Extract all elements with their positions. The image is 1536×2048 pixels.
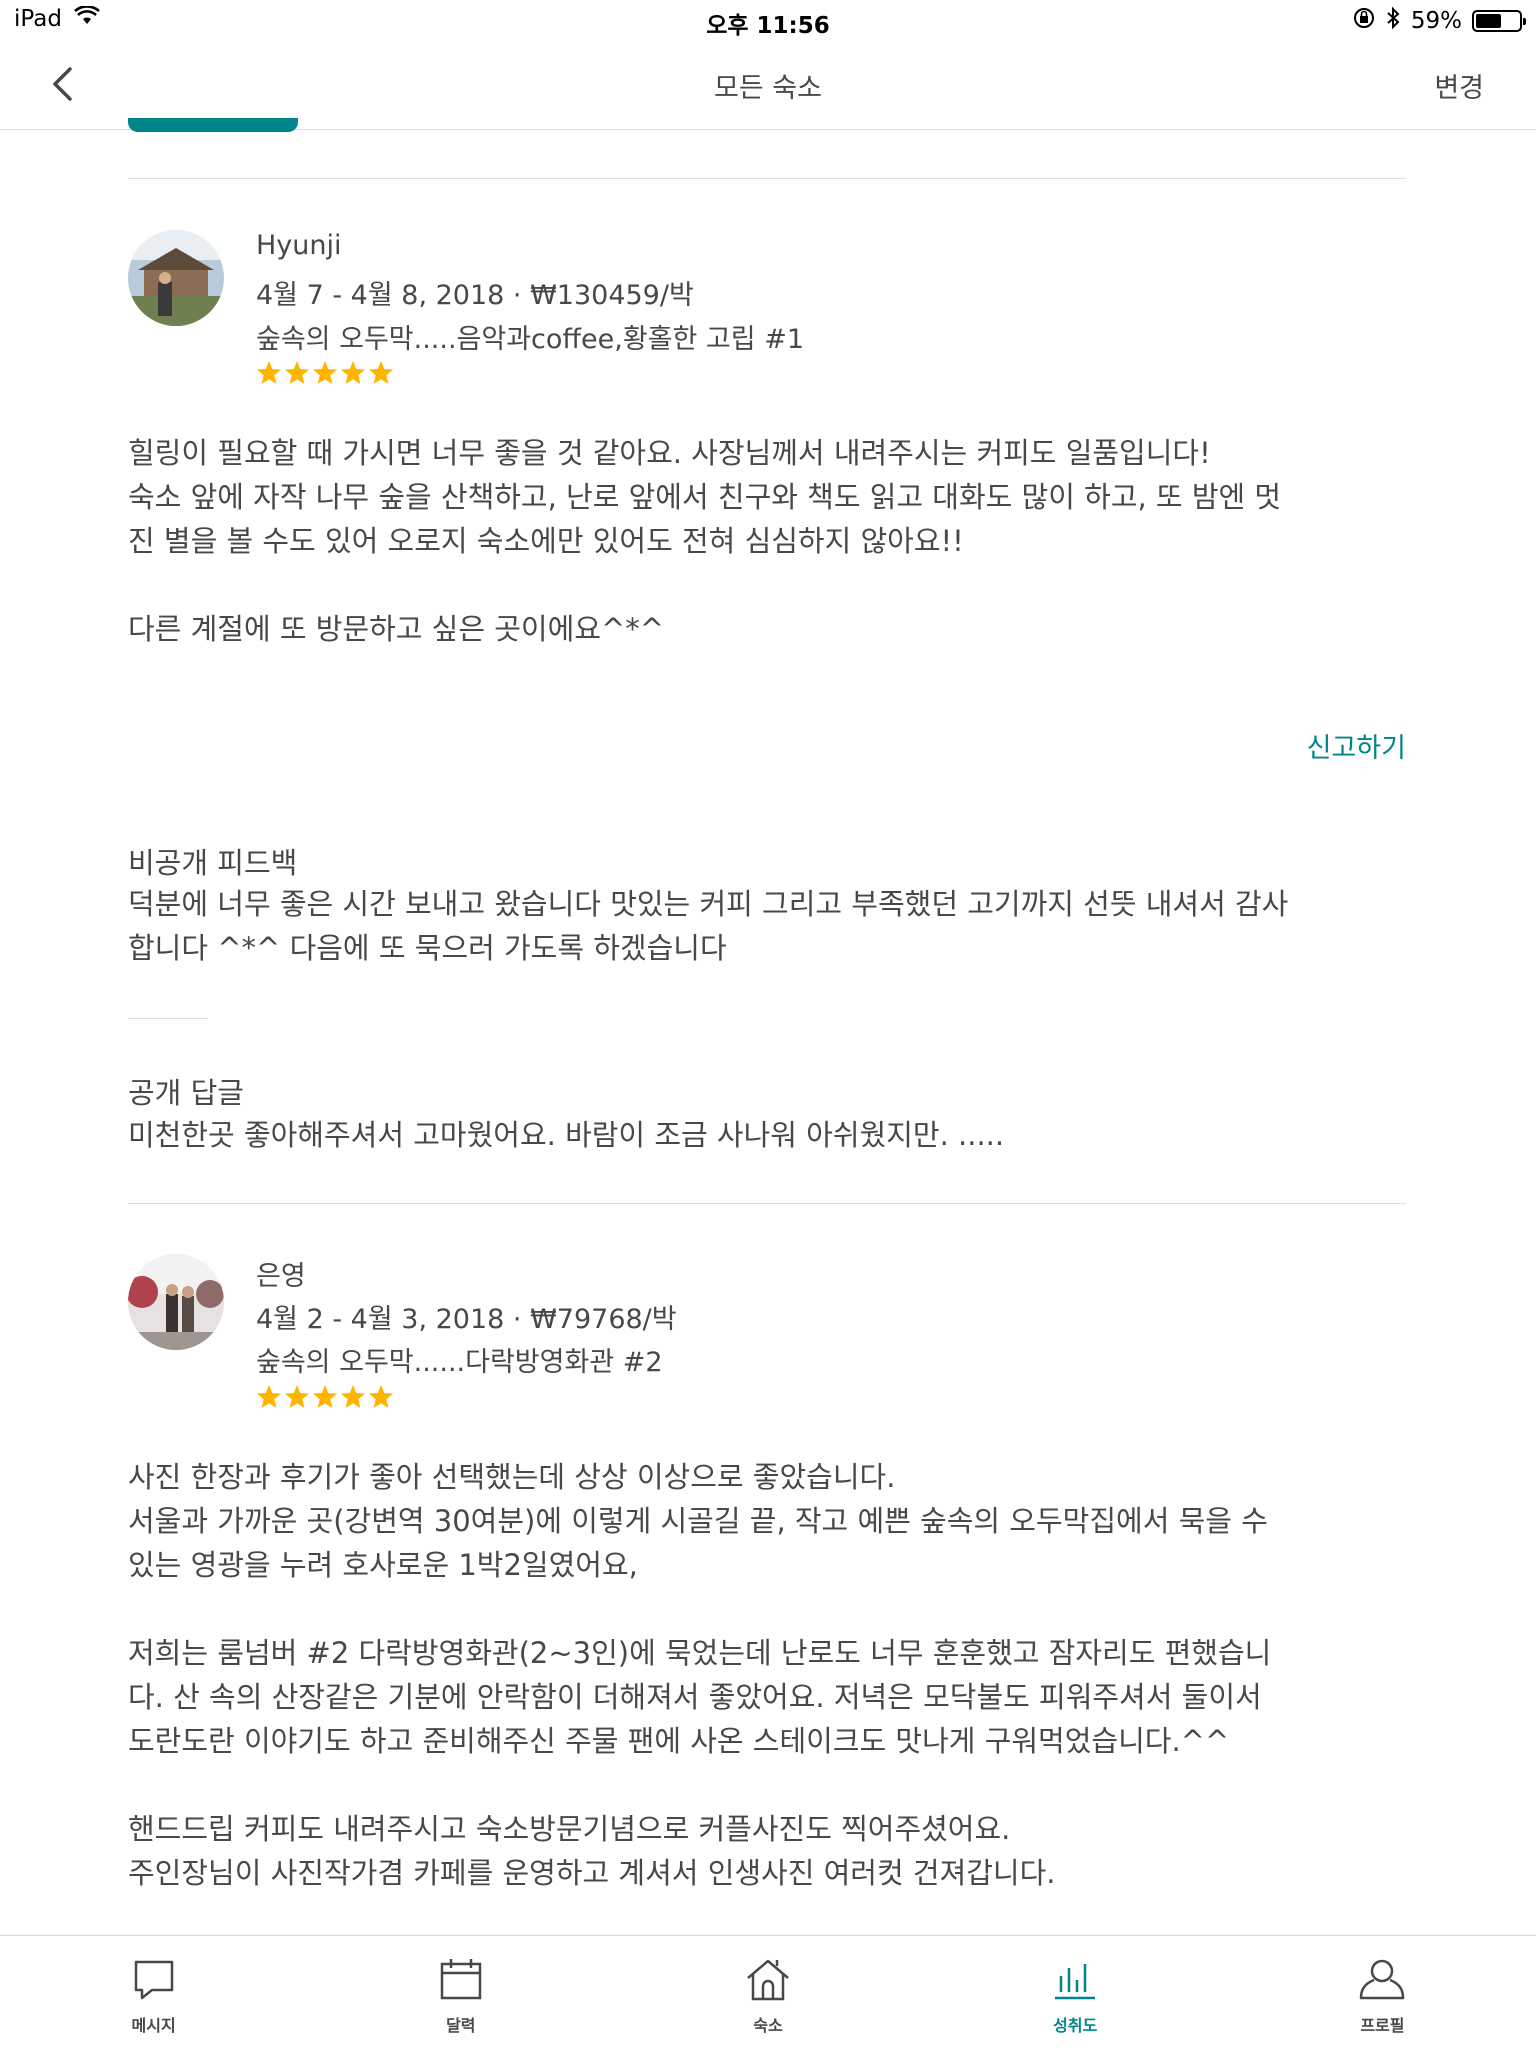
private-feedback-text: 덕분에 너무 좋은 시간 보내고 왔습니다 맛있는 커피 그리고 부족했던 고기… xyxy=(128,882,1406,970)
review-line: 사진 한장과 후기가 좋아 선택했는데 상상 이상으로 좋았습니다. xyxy=(128,1460,896,1494)
tab-label: 프로필 xyxy=(1360,2016,1405,2035)
review-line: 다. 산 속의 산장같은 기분에 안락함이 더해져서 좋았어요. 저녁은 모닥불… xyxy=(128,1680,1262,1714)
star-icon xyxy=(257,1385,281,1408)
navigation-bar: 모든 숙소 변경 xyxy=(0,40,1536,130)
review-line: 서울과 가까운 곳(강변역 30여분)에 이렇게 시골길 끝, 작고 예쁜 숲속… xyxy=(128,1504,1268,1538)
divider xyxy=(128,1018,208,1019)
tab-label: 메시지 xyxy=(131,2016,176,2035)
battery-percent: 59% xyxy=(1410,8,1462,34)
stay-dates: 4월 7 - 4월 8, 2018 · ₩130459/박 xyxy=(256,280,694,311)
review-line: 있는 영광을 누려 호사로운 1박2일였어요, xyxy=(128,1548,638,1582)
guest-name: 은영 xyxy=(256,1261,306,1292)
review-line: 주인장님이 사진작가겸 카페를 운영하고 계셔서 인생사진 여러컷 건져갑니다. xyxy=(128,1856,1056,1890)
report-link[interactable]: 신고하기 xyxy=(1307,726,1406,765)
tab-messages[interactable]: 메시지 xyxy=(0,1936,307,2048)
calendar-icon xyxy=(440,1959,482,2000)
feedback-line: 합니다 ^*^ 다음에 또 묵으러 가도록 하겠습니다 xyxy=(128,931,727,965)
status-time: 오후 11:56 xyxy=(706,13,830,39)
star-icon xyxy=(285,361,309,384)
tab-bar: 메시지 달력 숙소 성취도 프로필 xyxy=(0,1935,1536,2048)
review-body: 힐링이 필요할 때 가시면 너무 좋을 것 같아요. 사장님께서 내려주시는 커… xyxy=(128,431,1406,651)
review-line: 숙소 앞에 자작 나무 숲을 산책하고, 난로 앞에서 친구와 책도 읽고 대화… xyxy=(128,480,1282,514)
listing-name: 숲속의 오두막.....음악과coffee,황홀한 고립 #1 xyxy=(256,324,804,355)
bluetooth-icon xyxy=(1385,6,1401,36)
avatar[interactable] xyxy=(128,230,224,326)
tab-label: 달력 xyxy=(446,2016,476,2035)
star-icon xyxy=(313,361,337,384)
button-bottom-edge[interactable] xyxy=(128,118,298,132)
tab-calendar[interactable]: 달력 xyxy=(307,1936,614,2048)
star-icon xyxy=(285,1385,309,1408)
public-reply-text: 미천한곳 좋아해주셔서 고마웠어요. 바람이 조금 사나워 아쉬웠지만. ...… xyxy=(128,1118,1005,1152)
private-feedback-title: 비공개 피드백 xyxy=(128,846,298,880)
tab-listings[interactable]: 숙소 xyxy=(614,1936,921,2048)
stay-dates: 4월 2 - 4월 3, 2018 · ₩79768/박 xyxy=(256,1304,677,1335)
star-icon xyxy=(369,1385,393,1408)
profile-icon xyxy=(1360,1959,1405,2000)
rotation-lock-icon xyxy=(1353,7,1375,35)
review-line xyxy=(128,1763,1406,1807)
review-line: 도란도란 이야기도 하고 준비해주신 주물 팬에 사온 스테이크도 맛나게 구워… xyxy=(128,1724,1230,1758)
star-icon xyxy=(341,1385,365,1408)
battery-level xyxy=(1476,14,1501,28)
star-icon xyxy=(257,361,281,384)
status-bar: iPad 오후 11:56 59% xyxy=(0,0,1536,40)
home-icon xyxy=(747,1959,789,2001)
tab-profile[interactable]: 프로필 xyxy=(1229,1936,1536,2048)
review-body: 사진 한장과 후기가 좋아 선택했는데 상상 이상으로 좋았습니다. 서울과 가… xyxy=(128,1455,1406,1895)
star-icon xyxy=(313,1385,337,1408)
battery-icon xyxy=(1472,10,1526,32)
review-line: 저희는 룸넘버 #2 다락방영화관(2~3인)에 묵었는데 난로도 너무 훈훈했… xyxy=(128,1636,1272,1670)
public-reply-title: 공개 답글 xyxy=(128,1076,244,1110)
review-line: 다른 계절에 또 방문하고 싶은 곳이에요^*^ xyxy=(128,612,665,646)
feedback-line: 덕분에 너무 좋은 시간 보내고 왔습니다 맛있는 커피 그리고 부족했던 고기… xyxy=(128,887,1289,921)
tab-progress[interactable]: 성취도 xyxy=(922,1936,1229,2048)
star-icon xyxy=(341,361,365,384)
review-line: 진 별을 볼 수도 있어 오로지 숙소에만 있어도 전혀 심심하지 않아요!! xyxy=(128,524,964,558)
tab-label: 성취도 xyxy=(1053,2016,1098,2035)
review-line xyxy=(128,1587,1406,1631)
review-line xyxy=(128,563,1406,607)
divider xyxy=(128,1203,1406,1204)
change-button[interactable]: 변경 xyxy=(1434,66,1484,105)
star-icon xyxy=(369,361,393,384)
listing-name: 숲속의 오두막......다락방영화관 #2 xyxy=(256,1347,663,1378)
guest-name: Hyunji xyxy=(256,230,342,261)
tab-label: 숙소 xyxy=(753,2016,783,2035)
star-rating xyxy=(256,360,394,386)
stats-icon xyxy=(1055,1964,1096,2000)
divider xyxy=(128,178,1406,179)
review-line: 힐링이 필요할 때 가시면 너무 좋을 것 같아요. 사장님께서 내려주시는 커… xyxy=(128,436,1211,470)
review-line: 핸드드립 커피도 내려주시고 숙소방문기념으로 커플사진도 찍어주셨어요. xyxy=(128,1812,1011,1846)
star-rating xyxy=(256,1384,394,1410)
message-icon xyxy=(134,1960,173,2000)
page-title: 모든 숙소 xyxy=(714,73,822,104)
avatar[interactable] xyxy=(128,1254,224,1350)
